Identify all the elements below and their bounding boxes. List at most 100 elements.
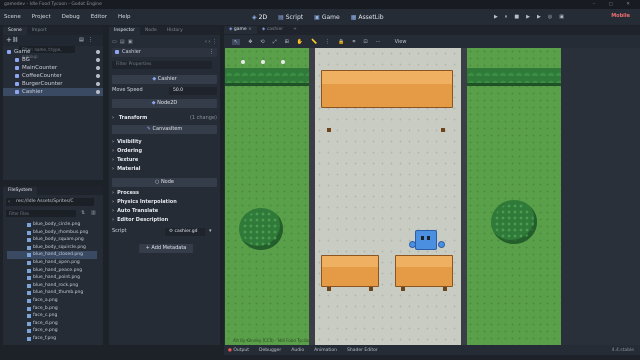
menu-help[interactable]: Help	[118, 14, 131, 20]
tab-import[interactable]: Import	[27, 27, 52, 35]
play-scene-button[interactable]: ▶	[526, 14, 530, 20]
tab-scene[interactable]: Scene	[3, 27, 27, 35]
file-name: blue_hand_open.png	[33, 260, 80, 265]
add-scene-tab-button[interactable]: +	[288, 26, 302, 34]
section-physics-interpolation[interactable]: Physics Interpolation	[112, 198, 217, 207]
more-tools-icon[interactable]: ⋯	[376, 39, 381, 45]
snap-options-icon[interactable]: ⋮	[325, 39, 330, 45]
save-resource-icon[interactable]: ▣	[128, 39, 133, 45]
menu-project[interactable]: Project	[32, 14, 51, 20]
workspace-2d[interactable]: ◈ 2D	[252, 14, 267, 21]
animation-tab[interactable]: Animation	[314, 348, 337, 353]
script-field[interactable]: ⚙ cashier.gd	[165, 228, 205, 236]
history-arrows-icon[interactable]: ‹ › ⋮	[205, 38, 217, 47]
group-icon[interactable]: ⌗	[353, 39, 356, 45]
visibility-eye-icon[interactable]	[96, 90, 100, 94]
shader-editor-tab[interactable]: Shader Editor	[347, 348, 378, 353]
audio-tab[interactable]: Audio	[291, 348, 304, 353]
window-controls[interactable]: – ▢ ✕	[593, 0, 636, 9]
scene-node-burgercounter[interactable]: BurgerCounter	[3, 80, 103, 88]
workspace-game[interactable]: ▣ Game	[314, 14, 340, 21]
inspector-node-selector[interactable]: Cashier ⋮	[112, 48, 217, 57]
section-texture[interactable]: Texture	[112, 156, 217, 165]
filesystem-path[interactable]: res://Idle Assets/Sprites/C	[6, 198, 94, 206]
list-select-icon[interactable]: ⊞	[285, 39, 289, 45]
game-canvas[interactable]: Art by Kenney (CC0) - Idle Food Tycoon	[225, 48, 561, 348]
visibility-eye-icon[interactable]	[96, 50, 100, 54]
image-file-icon	[27, 230, 31, 235]
visibility-eye-icon[interactable]	[96, 74, 100, 78]
play-custom-scene-button[interactable]: ▶	[537, 14, 541, 20]
scene-tab-game[interactable]: ◈ game ×	[224, 26, 257, 34]
open-resource-icon[interactable]: ▤	[120, 39, 125, 45]
script-icon: ▤	[278, 13, 284, 21]
inspector-filter-input[interactable]: Filter Properties	[112, 61, 212, 69]
tab-filesystem[interactable]: FileSystem	[3, 187, 38, 195]
menu-scene[interactable]: Scene	[4, 14, 21, 20]
new-resource-icon[interactable]: ▭	[112, 39, 117, 45]
menu-editor[interactable]: Editor	[91, 14, 107, 20]
section-transform[interactable]: Transform (1 change)	[112, 114, 217, 123]
skeleton-icon[interactable]: ⊡	[363, 39, 367, 45]
link-icon[interactable]: ⛓	[12, 37, 18, 43]
ruler-mode-icon[interactable]: 📏	[311, 39, 317, 45]
section-ordering[interactable]: Ordering	[112, 147, 217, 156]
play-project-button[interactable]: ▶	[494, 14, 498, 20]
sort-icon[interactable]: ⇅	[81, 210, 85, 216]
pause-button[interactable]: ⏸	[505, 14, 508, 20]
lock-icon[interactable]: 🔒	[338, 39, 344, 45]
image-file-icon	[27, 337, 31, 341]
scene-node-game[interactable]: Game	[3, 48, 103, 56]
add-metadata-button[interactable]: + Add Metadata	[139, 244, 193, 253]
workspace-script[interactable]: ▤ Script	[278, 14, 303, 21]
remote-debug-button[interactable]: ▣	[559, 14, 564, 20]
pan-mode-icon[interactable]: ✋	[297, 39, 303, 45]
script-dropdown-icon[interactable]: ▾	[209, 228, 212, 234]
renderer-selector[interactable]: Mobile	[611, 13, 630, 19]
tab-node[interactable]: Node	[140, 27, 162, 35]
filesystem-filter-input[interactable]: Filter Files	[6, 210, 76, 217]
scene-node-coffeecounter[interactable]: CoffeeCounter	[3, 72, 103, 80]
scene-node-cashier[interactable]: Cashier	[3, 88, 103, 96]
section-auto-translate[interactable]: Auto Translate	[112, 207, 217, 216]
visibility-eye-icon[interactable]	[96, 58, 100, 62]
flower	[281, 60, 285, 64]
rotate-mode-icon[interactable]: ⟲	[260, 39, 264, 45]
movie-maker-button[interactable]: ◎	[548, 14, 552, 20]
add-node-icon[interactable]: +	[6, 36, 12, 44]
tab-history[interactable]: History	[162, 27, 188, 35]
visibility-eye-icon[interactable]	[96, 82, 100, 86]
output-tab[interactable]: ● Output	[228, 348, 249, 353]
move-mode-icon[interactable]: ✥	[248, 39, 252, 45]
cashier-character[interactable]	[415, 230, 437, 250]
visibility-eye-icon[interactable]	[96, 66, 100, 70]
section-editor-description[interactable]: Editor Description	[112, 216, 217, 225]
bottom-panel-tabs: ● Output Debugger Audio Animation Shader…	[224, 345, 640, 355]
debugger-tab[interactable]: Debugger	[259, 348, 281, 353]
inspector-dock: Inspector Node History ▭ ▤ ▣ ‹ › ⋮ Cashi…	[109, 26, 220, 345]
more-options-icon[interactable]: ⋮	[88, 37, 93, 43]
section-material[interactable]: Material	[112, 165, 217, 174]
section-process[interactable]: Process	[112, 189, 217, 198]
move-speed-field[interactable]: 50.0	[169, 87, 217, 95]
back-icon[interactable]: ‹	[8, 199, 10, 205]
stop-button[interactable]: ■	[514, 14, 519, 20]
tab-inspector[interactable]: Inspector	[109, 27, 140, 35]
file-name: blue_body_rhombus.png	[33, 229, 89, 235]
scene-tab-cashier[interactable]: ◈ cashier	[257, 26, 288, 34]
attach-script-icon[interactable]: ▤	[79, 37, 84, 43]
scene-node-maincounter[interactable]: MainCounter	[3, 64, 103, 72]
object-menu-icon[interactable]: ⋮	[209, 48, 214, 57]
scale-mode-icon[interactable]: ⤢	[273, 39, 277, 45]
menu-debug[interactable]: Debug	[62, 14, 80, 20]
viewport-outside-area	[561, 48, 640, 348]
split-view-icon[interactable]: ▥	[91, 210, 96, 216]
close-tab-icon[interactable]: ×	[248, 27, 252, 32]
view-menu[interactable]: View	[395, 39, 407, 45]
workspace-assetlib[interactable]: ▦ AssetLib	[351, 14, 384, 21]
section-visibility[interactable]: Visibility	[112, 138, 217, 147]
file-item[interactable]: face_f.png	[7, 335, 97, 343]
class-header-node: ○ Node	[112, 178, 217, 187]
scene-node-bg[interactable]: BG	[3, 56, 103, 64]
select-mode-icon[interactable]: ↖	[232, 38, 241, 45]
